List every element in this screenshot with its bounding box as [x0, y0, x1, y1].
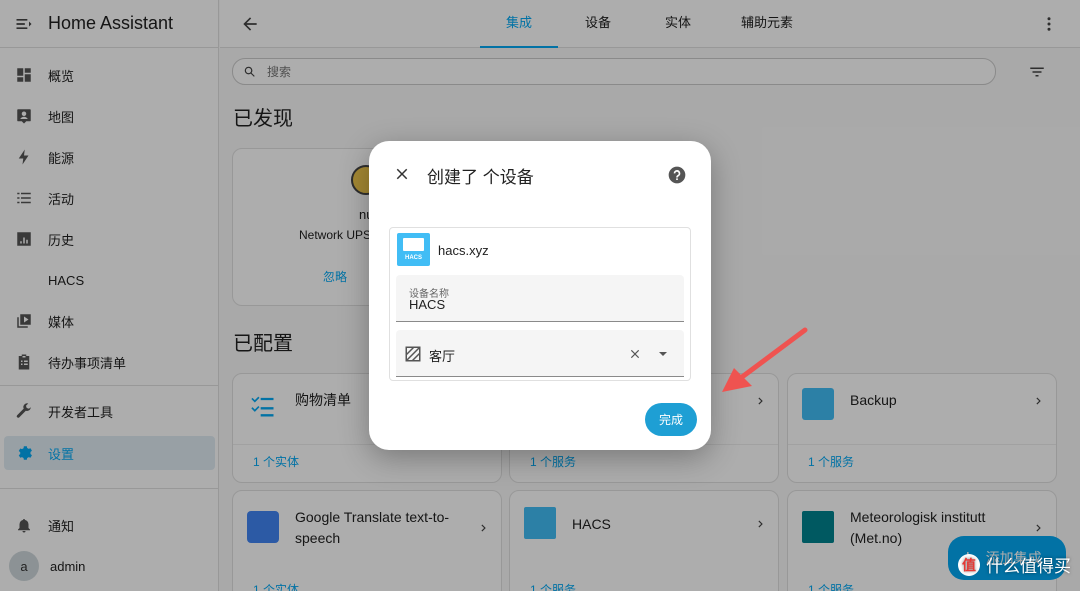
watermark-text: 什么值得买	[986, 557, 1071, 576]
done-button[interactable]: 完成	[645, 403, 697, 436]
help-icon[interactable]	[667, 165, 687, 185]
area-value: 客厅	[429, 349, 456, 364]
watermark-badge: 值	[958, 553, 980, 576]
dialog-title: 创建了 个设备	[427, 168, 534, 187]
device-name-field[interactable]: 设备名称 HACS	[396, 275, 684, 322]
watermark: 值 什么值得买	[958, 552, 1071, 577]
dropdown-arrow-icon[interactable]	[658, 350, 668, 358]
area-hatch-icon	[405, 346, 421, 362]
hacs-logo-icon: HACS	[397, 233, 430, 266]
device-created-dialog: 创建了 个设备 HACS hacs.xyz 设备名称 HACS 客厅 完成	[369, 141, 711, 450]
hacs-logo-text: HACS	[404, 255, 422, 261]
device-name-value: HACS	[409, 297, 446, 312]
close-icon[interactable]	[393, 165, 411, 183]
device-name: hacs.xyz	[438, 243, 489, 258]
clear-icon[interactable]	[628, 347, 642, 361]
device-info-box: HACS hacs.xyz 设备名称 HACS 客厅	[389, 227, 691, 381]
area-picker[interactable]: 客厅	[396, 330, 684, 377]
